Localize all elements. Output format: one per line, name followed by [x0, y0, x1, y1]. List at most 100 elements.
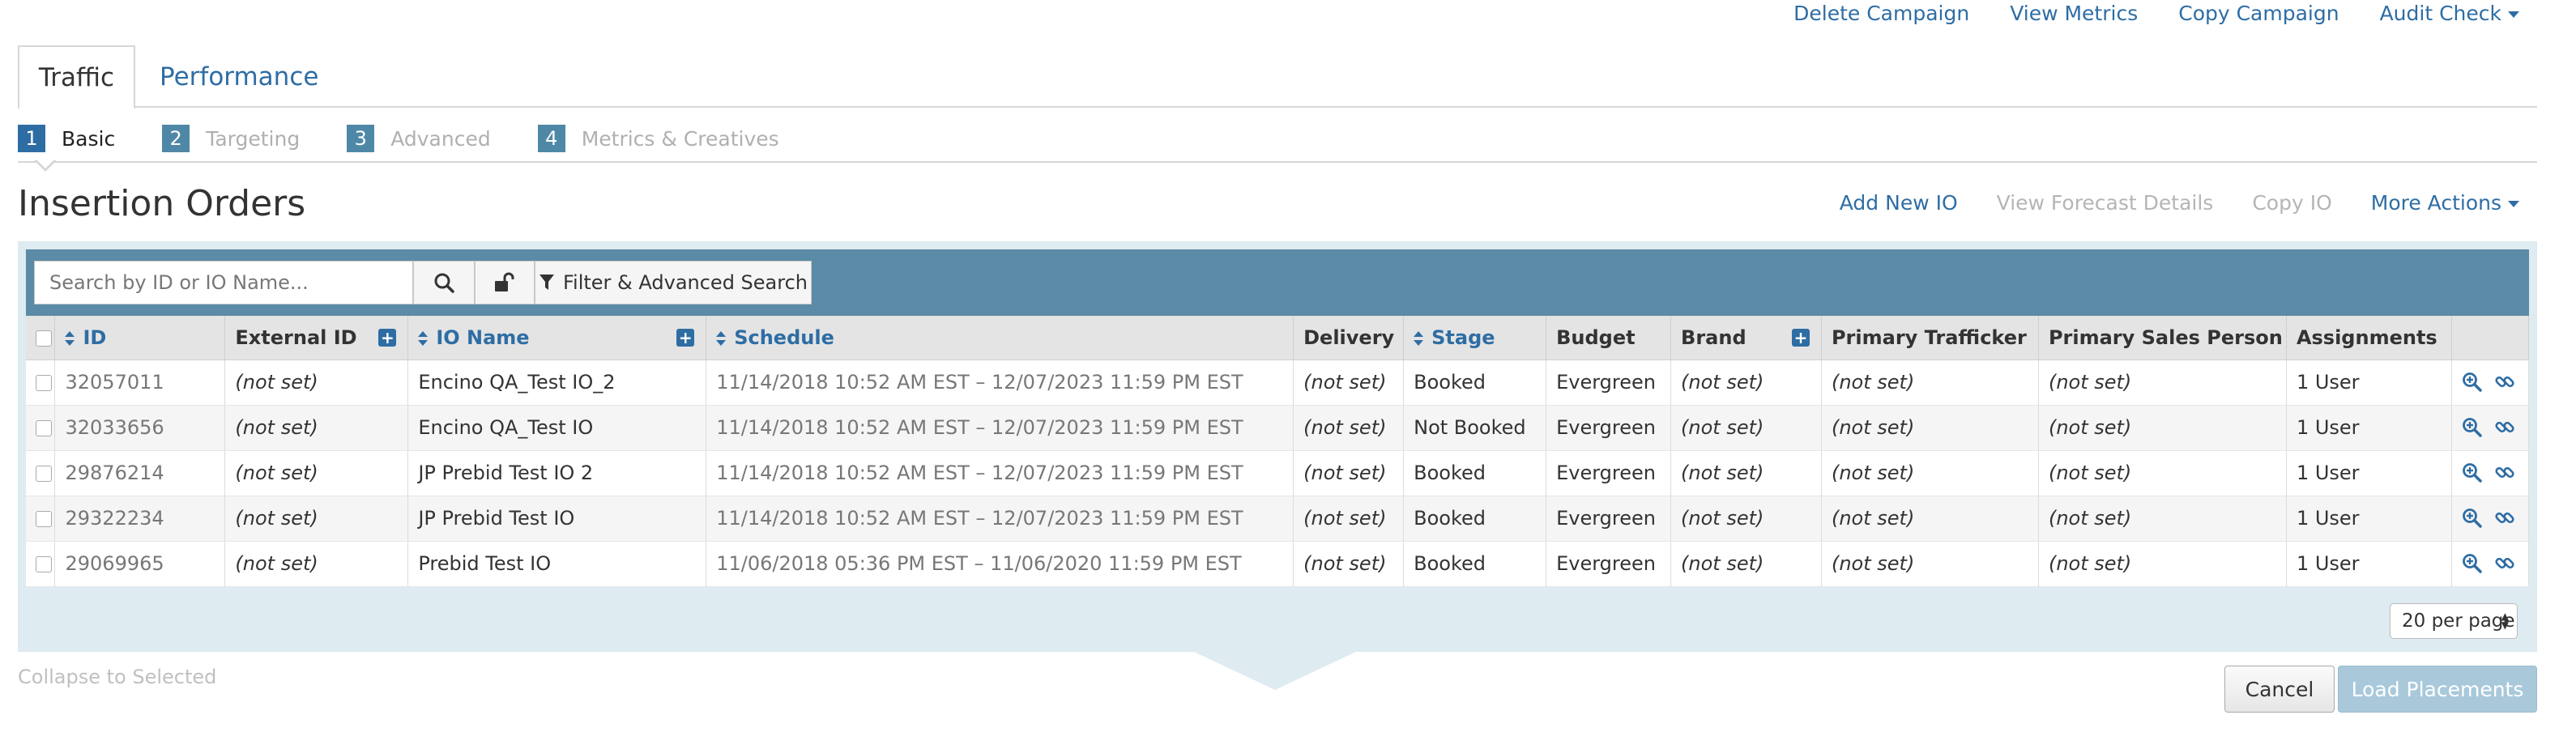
- column-header-id[interactable]: ID: [54, 316, 226, 360]
- delivery: (not set): [1293, 405, 1405, 451]
- row-actions: [2451, 541, 2530, 587]
- row-select-cell: [26, 450, 56, 496]
- delete-campaign-link[interactable]: Delete Campaign: [1793, 2, 1969, 25]
- budget: Evergreen: [1546, 360, 1672, 406]
- table-row[interactable]: 32033656 (not set) Encino QA_Test IO 11/…: [26, 405, 2530, 451]
- search-button[interactable]: [413, 261, 475, 304]
- brand: (not set): [1670, 405, 1822, 451]
- tab-traffic[interactable]: Traffic: [18, 45, 135, 109]
- row-actions: [2451, 496, 2530, 542]
- row-checkbox[interactable]: [36, 420, 52, 436]
- top-actions: Delete Campaign View Metrics Copy Campai…: [1793, 0, 2519, 26]
- step-metrics-creatives[interactable]: 4 Metrics & Creatives: [537, 125, 779, 152]
- brand: (not set): [1670, 541, 1822, 587]
- collapse-to-selected-link[interactable]: Collapse to Selected: [18, 666, 216, 688]
- cancel-button[interactable]: Cancel: [2224, 666, 2335, 713]
- column-label: External ID: [235, 326, 357, 349]
- zoom-in-icon[interactable]: [2462, 462, 2483, 483]
- primary-sales-person: (not set): [2038, 541, 2287, 587]
- plus-icon[interactable]: +: [1791, 328, 1810, 347]
- row-actions: [2451, 405, 2530, 451]
- io-name[interactable]: Encino QA_Test IO_2: [407, 360, 707, 406]
- plus-icon[interactable]: +: [378, 328, 397, 347]
- panel-pointer: [1192, 651, 1358, 690]
- column-label: Assignments: [2296, 326, 2437, 349]
- io-name[interactable]: JP Prebid Test IO: [407, 496, 707, 542]
- assignments: 1 User: [2286, 360, 2452, 406]
- chevron-down-icon: [2508, 201, 2519, 207]
- step-label: Targeting: [206, 126, 301, 151]
- stage: Booked: [1403, 541, 1547, 587]
- step-label: Advanced: [390, 126, 491, 151]
- column-header-external-id: External ID +: [224, 316, 409, 360]
- row-checkbox[interactable]: [36, 375, 52, 391]
- more-actions-dropdown[interactable]: More Actions: [2371, 191, 2519, 215]
- io-name[interactable]: JP Prebid Test IO 2: [407, 450, 707, 496]
- primary-trafficker: (not set): [1821, 360, 2039, 406]
- search-input[interactable]: Search by ID or IO Name...: [34, 261, 413, 304]
- per-page-select[interactable]: 20 per page ▲ ▼: [2390, 603, 2518, 639]
- load-placements-button[interactable]: Load Placements: [2338, 666, 2537, 713]
- column-header-stage[interactable]: Stage: [1403, 316, 1547, 360]
- zoom-in-icon[interactable]: [2462, 372, 2483, 393]
- step-basic[interactable]: 1 Basic: [18, 125, 115, 152]
- grid-toolbar: Search by ID or IO Name... Filter & Adva…: [26, 249, 2529, 316]
- sort-icon: [1414, 330, 1424, 346]
- column-header-primary-trafficker: Primary Trafficker: [1821, 316, 2039, 360]
- row-select-cell: [26, 360, 56, 406]
- step-number: 3: [347, 125, 375, 152]
- io-name[interactable]: Prebid Test IO: [407, 541, 707, 587]
- link-icon[interactable]: [2494, 372, 2515, 393]
- link-icon[interactable]: [2494, 553, 2515, 574]
- budget: Evergreen: [1546, 541, 1672, 587]
- copy-campaign-link[interactable]: Copy Campaign: [2178, 2, 2339, 25]
- sort-icon: [716, 330, 727, 346]
- primary-trafficker: (not set): [1821, 541, 2039, 587]
- row-select-cell: [26, 405, 56, 451]
- table-row[interactable]: 32057011 (not set) Encino QA_Test IO_2 1…: [26, 360, 2530, 406]
- io-id: 29069965: [54, 541, 226, 587]
- table-row[interactable]: 29322234 (not set) JP Prebid Test IO 11/…: [26, 496, 2530, 542]
- table-row[interactable]: 29876214 (not set) JP Prebid Test IO 2 1…: [26, 450, 2530, 496]
- delivery: (not set): [1293, 360, 1405, 406]
- step-targeting[interactable]: 2 Targeting: [162, 125, 300, 152]
- schedule: 11/14/2018 10:52 AM EST – 12/07/2023 11:…: [706, 450, 1294, 496]
- column-label: Schedule: [734, 326, 834, 349]
- filter-advanced-search-button[interactable]: Filter & Advanced Search: [535, 261, 812, 304]
- copy-io-link[interactable]: Copy IO: [2252, 191, 2331, 215]
- row-checkbox[interactable]: [36, 556, 52, 572]
- view-forecast-details-link[interactable]: View Forecast Details: [1997, 191, 2214, 215]
- link-icon[interactable]: [2494, 508, 2515, 529]
- view-metrics-link[interactable]: View Metrics: [2010, 2, 2138, 25]
- filter-icon: [539, 274, 554, 290]
- step-advanced[interactable]: 3 Advanced: [347, 125, 491, 152]
- plus-icon[interactable]: +: [676, 328, 695, 347]
- zoom-in-icon[interactable]: [2462, 508, 2483, 529]
- column-header-primary-sales-person: Primary Sales Person: [2038, 316, 2287, 360]
- io-name[interactable]: Encino QA_Test IO: [407, 405, 707, 451]
- zoom-in-icon[interactable]: [2462, 553, 2483, 574]
- budget: Evergreen: [1546, 405, 1672, 451]
- table-row[interactable]: 29069965 (not set) Prebid Test IO 11/06/…: [26, 541, 2530, 587]
- audit-check-dropdown[interactable]: Audit Check: [2380, 2, 2519, 25]
- link-icon[interactable]: [2494, 417, 2515, 438]
- brand: (not set): [1670, 360, 1822, 406]
- stage: Booked: [1403, 360, 1547, 406]
- column-header-schedule[interactable]: Schedule: [706, 316, 1294, 360]
- row-checkbox[interactable]: [36, 511, 52, 527]
- column-label: Budget: [1556, 326, 1636, 349]
- row-checkbox[interactable]: [36, 466, 52, 482]
- link-icon[interactable]: [2494, 462, 2515, 483]
- budget: Evergreen: [1546, 450, 1672, 496]
- add-new-io-link[interactable]: Add New IO: [1840, 191, 1958, 215]
- io-id: 32033656: [54, 405, 226, 451]
- lock-toggle-button[interactable]: [475, 261, 535, 304]
- chevron-down-icon: [2508, 11, 2519, 18]
- tab-performance[interactable]: Performance: [135, 45, 343, 108]
- column-header-io-name[interactable]: IO Name +: [407, 316, 707, 360]
- select-all-checkbox[interactable]: [36, 330, 52, 347]
- step-number: 1: [18, 125, 45, 152]
- column-label: Primary Sales Person: [2048, 326, 2283, 349]
- zoom-in-icon[interactable]: [2462, 417, 2483, 438]
- stage: Not Booked: [1403, 405, 1547, 451]
